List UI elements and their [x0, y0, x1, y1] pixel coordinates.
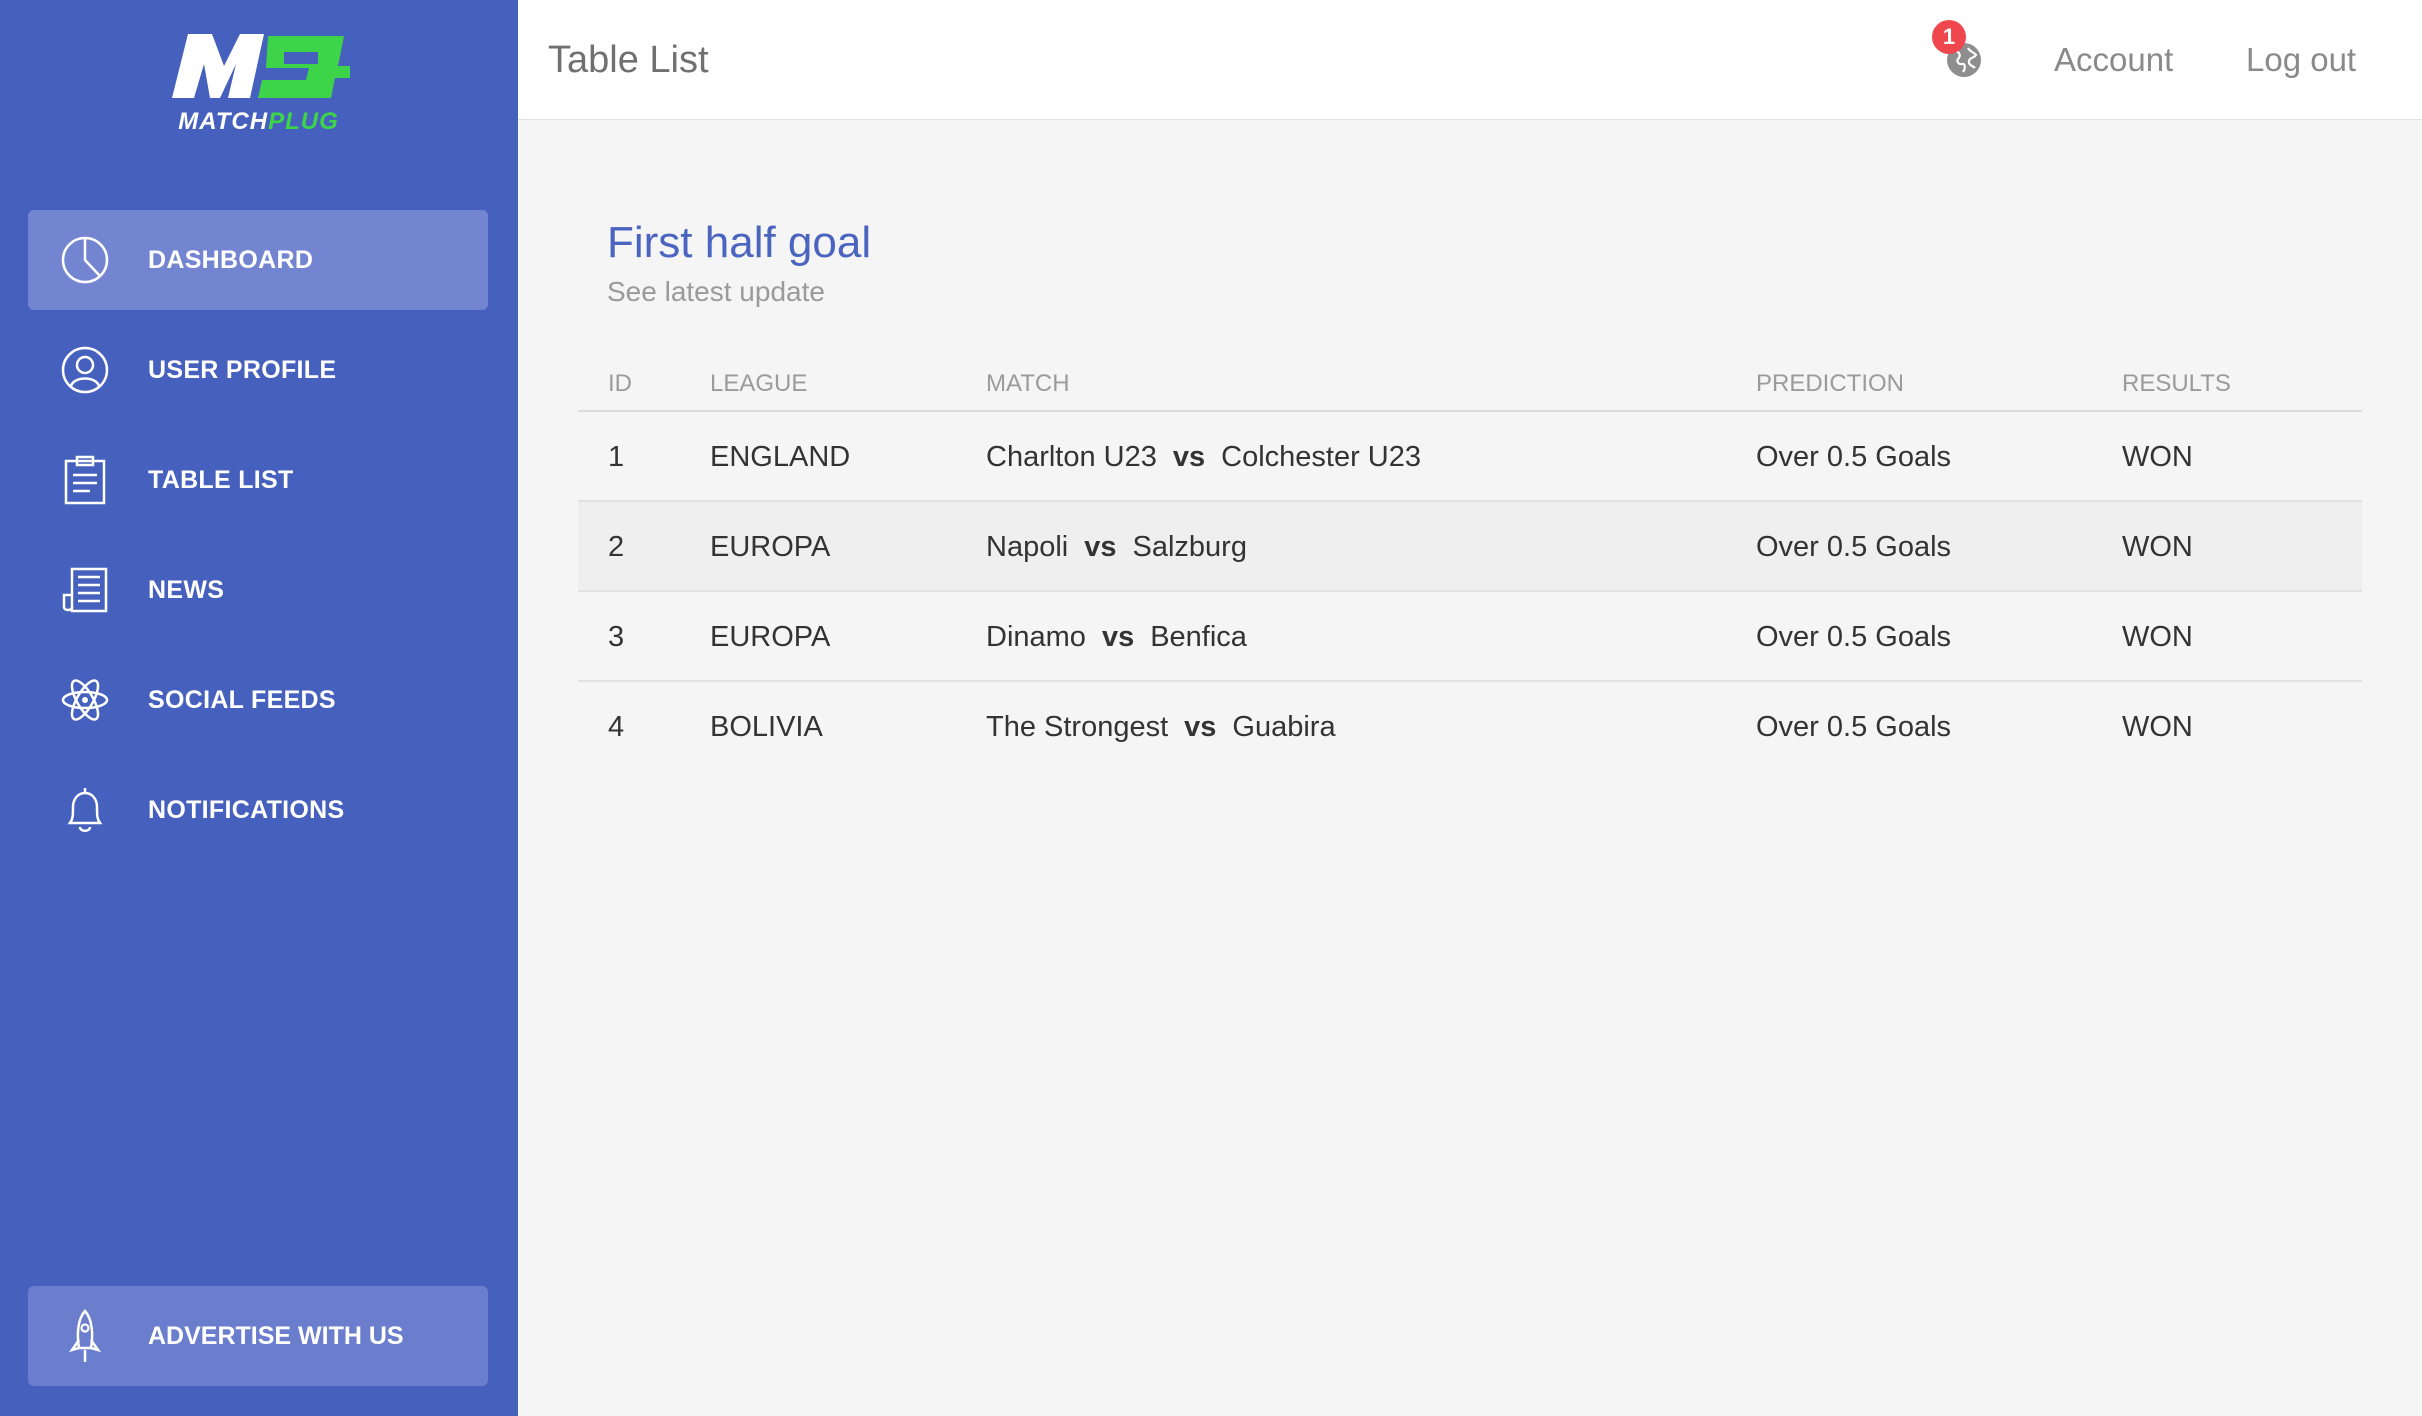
cell-match: Charlton U23 vs Colchester U23: [986, 412, 1421, 502]
cell-league: EUROPA: [710, 531, 831, 563]
cell-league: BOLIVIA: [710, 711, 823, 743]
logo-wordmark: MATCHPLUG: [178, 108, 339, 135]
advertise-button[interactable]: ADVERTISE WITH US: [28, 1286, 488, 1386]
bell-icon: [67, 788, 103, 832]
cell-id: 4: [608, 711, 625, 743]
sidebar-item-social-feeds[interactable]: SOCIAL FEEDS: [28, 650, 488, 750]
vs-label: vs: [1084, 531, 1117, 563]
predictions-table: ID LEAGUE MATCH PREDICTION RESULTS 1 ENG…: [578, 362, 2362, 772]
cell-id: 3: [608, 621, 625, 653]
cell-match: Dinamo vs Benfica: [986, 592, 1247, 682]
table-row: 2 EUROPA Napoli vs Salzburg Over 0.5 Goals…: [578, 502, 2362, 592]
cell-league: ENGLAND: [710, 441, 851, 473]
clipboard-icon: [64, 455, 106, 505]
column-header-prediction: PREDICTION: [1756, 370, 1905, 397]
cell-match: The Strongest vs Guabira: [986, 682, 1336, 772]
top-navbar: Table List 1 Account Log out: [518, 0, 2422, 120]
cell-match: Napoli vs Salzburg: [986, 502, 1247, 592]
card-subtitle: See latest update: [607, 276, 825, 307]
sidebar: MATCHPLUG DASHBOARD USER PROFILE TABLE L…: [0, 0, 518, 1416]
vs-label: vs: [1101, 621, 1135, 653]
column-header-id: ID: [608, 370, 632, 397]
away-team: Colchester U23: [1221, 441, 1422, 473]
sidebar-item-label: NEWS: [148, 576, 225, 604]
cell-result: WON: [2122, 531, 2193, 563]
home-team: Charlton U23: [986, 441, 1157, 473]
sidebar-nav: DASHBOARD USER PROFILE TABLE LIST NEWS S…: [28, 210, 488, 870]
column-header-match: MATCH: [986, 370, 1070, 397]
cell-prediction: Over 0.5 Goals: [1756, 531, 1952, 563]
sidebar-item-notifications[interactable]: NOTIFICATIONS: [28, 760, 488, 860]
column-header-results: RESULTS: [2122, 370, 2231, 397]
logout-link[interactable]: Log out: [2246, 0, 2356, 120]
matchplug-logo[interactable]: MATCHPLUG: [166, 28, 351, 138]
notification-badge: 1: [1932, 20, 1966, 54]
cell-result: WON: [2122, 621, 2193, 653]
sidebar-item-label: NOTIFICATIONS: [148, 796, 345, 824]
card-title: First half goal: [607, 218, 872, 267]
pie-chart-icon: [61, 236, 109, 284]
atom-icon: [61, 679, 109, 721]
cell-prediction: Over 0.5 Goals: [1756, 441, 1952, 473]
column-header-league: LEAGUE: [710, 370, 808, 397]
sidebar-item-label: DASHBOARD: [148, 246, 314, 274]
vs-label: vs: [1184, 711, 1217, 743]
sidebar-item-label: USER PROFILE: [148, 356, 337, 384]
cell-result: WON: [2122, 711, 2193, 743]
table-row: 3 EUROPA Dinamo vs Benfica Over 0.5 Goals …: [578, 592, 2362, 682]
account-link[interactable]: Account: [2054, 0, 2173, 120]
table-row: 1 ENGLAND Charlton U23 vs Colchester U23 O…: [578, 412, 2362, 502]
sidebar-item-user-profile[interactable]: USER PROFILE: [28, 320, 488, 420]
cell-prediction: Over 0.5 Goals: [1756, 621, 1952, 653]
away-team: Salzburg: [1132, 531, 1247, 563]
advertise-label: ADVERTISE WITH US: [148, 1322, 404, 1350]
cell-id: 1: [608, 441, 625, 473]
sidebar-item-dashboard[interactable]: DASHBOARD: [28, 210, 488, 310]
sidebar-item-news[interactable]: NEWS: [28, 540, 488, 640]
away-team: Guabira: [1232, 711, 1336, 743]
table-row: 4 BOLIVIA The Strongest vs Guabira Over 0.…: [578, 682, 2362, 772]
logo-mark-icon: [172, 34, 350, 98]
home-team: Dinamo: [986, 621, 1086, 653]
home-team: The Strongest: [986, 711, 1169, 743]
rocket-icon: [68, 1309, 102, 1362]
cell-prediction: Over 0.5 Goals: [1756, 711, 1952, 743]
cell-id: 2: [608, 531, 625, 563]
newspaper-icon: [62, 567, 108, 613]
sidebar-item-label: TABLE LIST: [148, 466, 294, 494]
vs-label: vs: [1172, 441, 1206, 473]
cell-result: WON: [2122, 441, 2193, 473]
table-header: ID LEAGUE MATCH PREDICTION RESULTS: [578, 362, 2362, 412]
cell-league: EUROPA: [710, 621, 831, 653]
sidebar-item-table-list[interactable]: TABLE LIST: [28, 430, 488, 530]
page-title: Table List: [548, 39, 709, 81]
sidebar-item-label: SOCIAL FEEDS: [148, 686, 336, 714]
user-icon: [61, 346, 109, 394]
home-team: Napoli: [986, 531, 1069, 563]
away-team: Benfica: [1150, 621, 1247, 653]
